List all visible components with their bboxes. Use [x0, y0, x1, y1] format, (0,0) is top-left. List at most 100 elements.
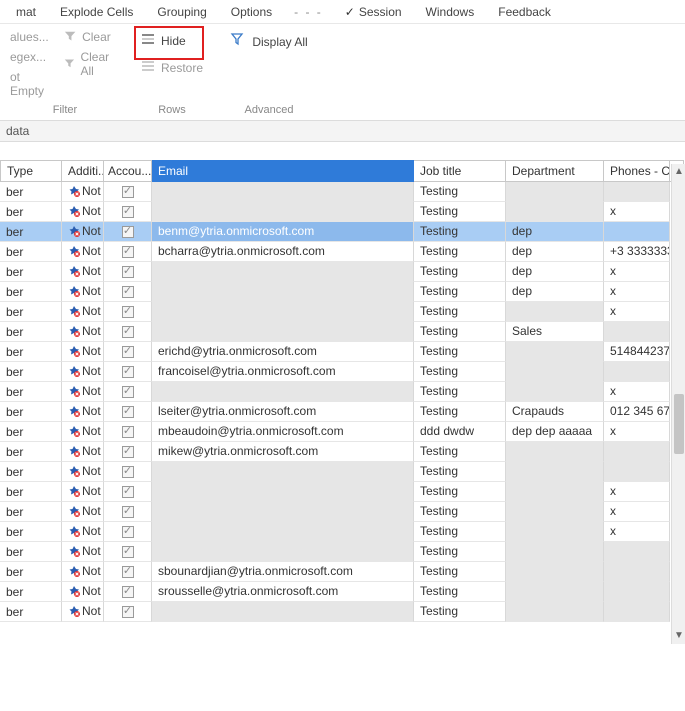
cell-account-enabled[interactable]: ✓ [104, 362, 152, 382]
cell-account-enabled[interactable]: ✓ [104, 242, 152, 262]
cell-type: ber [0, 462, 62, 482]
cell-phone [604, 442, 670, 462]
clear-filter-button[interactable]: Clear [60, 28, 115, 46]
cell-department [506, 362, 604, 382]
grid-body: berNot l✓TestingberNot l✓TestingxberNot … [0, 182, 685, 622]
checkbox-icon: ✓ [122, 226, 134, 238]
table-row[interactable]: berNot l✓lseiter@ytria.onmicrosoft.comTe… [0, 402, 685, 422]
cell-account-enabled[interactable]: ✓ [104, 262, 152, 282]
cell-job-title: Testing [414, 222, 506, 242]
table-row[interactable]: berNot l✓Testingx [0, 302, 685, 322]
table-row[interactable]: berNot l✓Testingx [0, 382, 685, 402]
cell-department: Crapauds [506, 402, 604, 422]
cell-type: ber [0, 582, 62, 602]
cell-account-enabled[interactable]: ✓ [104, 602, 152, 622]
filter-regex-button[interactable]: egex... [6, 48, 56, 66]
filter-not-empty-button[interactable]: ot Empty [6, 68, 56, 100]
cell-phone [604, 222, 670, 242]
cell-account-enabled[interactable]: ✓ [104, 482, 152, 502]
cell-account-enabled[interactable]: ✓ [104, 502, 152, 522]
cell-account-enabled[interactable]: ✓ [104, 282, 152, 302]
col-header-phones[interactable]: Phones - C [604, 160, 670, 182]
cell-account-enabled[interactable]: ✓ [104, 582, 152, 602]
table-row[interactable]: berNot l✓Testingdepx [0, 282, 685, 302]
cell-account-enabled[interactable]: ✓ [104, 202, 152, 222]
cell-account-enabled[interactable]: ✓ [104, 382, 152, 402]
cell-phone: x [604, 302, 670, 322]
cell-account-enabled[interactable]: ✓ [104, 342, 152, 362]
not-licensed-icon [68, 185, 80, 197]
cell-additional: Not l [62, 202, 104, 222]
cell-account-enabled[interactable]: ✓ [104, 322, 152, 342]
cell-account-enabled[interactable]: ✓ [104, 462, 152, 482]
filter-values-button[interactable]: alues... [6, 28, 56, 46]
vertical-scrollbar[interactable]: ▲ ▼ [671, 164, 685, 644]
cell-account-enabled[interactable]: ✓ [104, 182, 152, 202]
table-row[interactable]: berNot l✓Testing [0, 542, 685, 562]
menu-session[interactable]: Session [333, 2, 414, 22]
cell-account-enabled[interactable]: ✓ [104, 302, 152, 322]
menu-explode-cells[interactable]: Explode Cells [48, 2, 145, 22]
cell-type: ber [0, 182, 62, 202]
scroll-down-arrow[interactable]: ▼ [674, 630, 684, 642]
cell-job-title: Testing [414, 442, 506, 462]
table-row[interactable]: berNot l✓francoisel@ytria.onmicrosoft.co… [0, 362, 685, 382]
hide-rows-button[interactable]: Hide [131, 28, 213, 53]
table-row[interactable]: berNot l✓benm@ytria.onmicrosoft.comTesti… [0, 222, 685, 242]
restore-rows-button[interactable]: Restore [131, 55, 213, 80]
checkbox-icon: ✓ [122, 186, 134, 198]
not-licensed-label: Not l [82, 184, 104, 198]
data-tab[interactable]: data [0, 120, 685, 142]
cell-type: ber [0, 222, 62, 242]
col-header-type[interactable]: Type [0, 160, 62, 182]
menu-options[interactable]: Options [219, 2, 284, 22]
cell-phone: x [604, 482, 670, 502]
table-row[interactable]: berNot l✓srousselle@ytria.onmicrosoft.co… [0, 582, 685, 602]
ribbon-group-advanced: Display All Advanced [214, 24, 324, 120]
table-row[interactable]: berNot l✓TestingSales [0, 322, 685, 342]
cell-account-enabled[interactable]: ✓ [104, 542, 152, 562]
scroll-up-arrow[interactable]: ▲ [674, 166, 684, 178]
checkbox-icon: ✓ [122, 326, 134, 338]
table-row[interactable]: berNot l✓Testingx [0, 482, 685, 502]
cell-account-enabled[interactable]: ✓ [104, 402, 152, 422]
cell-account-enabled[interactable]: ✓ [104, 562, 152, 582]
cell-account-enabled[interactable]: ✓ [104, 422, 152, 442]
table-row[interactable]: berNot l✓Testing [0, 182, 685, 202]
table-row[interactable]: berNot l✓mikew@ytria.onmicrosoft.comTest… [0, 442, 685, 462]
cell-department: dep [506, 242, 604, 262]
not-licensed-icon [68, 425, 80, 437]
cell-account-enabled[interactable]: ✓ [104, 442, 152, 462]
menu-feedback[interactable]: Feedback [486, 2, 563, 22]
table-row[interactable]: berNot l✓Testingx [0, 202, 685, 222]
col-header-department[interactable]: Department [506, 160, 604, 182]
table-row[interactable]: berNot l✓Testingdepx [0, 262, 685, 282]
table-row[interactable]: berNot l✓bcharra@ytria.onmicrosoft.comTe… [0, 242, 685, 262]
cell-account-enabled[interactable]: ✓ [104, 222, 152, 242]
clear-all-filter-button[interactable]: Clear All [60, 48, 124, 80]
not-licensed-label: Not l [82, 584, 104, 598]
table-row[interactable]: berNot l✓sbounardjian@ytria.onmicrosoft.… [0, 562, 685, 582]
table-row[interactable]: berNot l✓mbeaudoin@ytria.onmicrosoft.com… [0, 422, 685, 442]
table-row[interactable]: berNot l✓erichd@ytria.onmicrosoft.comTes… [0, 342, 685, 362]
menu-windows[interactable]: Windows [414, 2, 487, 22]
scroll-thumb[interactable] [674, 394, 684, 454]
not-licensed-icon [68, 285, 80, 297]
table-row[interactable]: berNot l✓Testingx [0, 522, 685, 542]
col-header-job-title[interactable]: Job title [414, 160, 506, 182]
not-licensed-icon [68, 465, 80, 477]
cell-department: Sales [506, 322, 604, 342]
cell-email: lseiter@ytria.onmicrosoft.com [152, 402, 414, 422]
col-header-additional[interactable]: Additi... [62, 160, 104, 182]
menu-grouping[interactable]: Grouping [145, 2, 218, 22]
cell-type: ber [0, 502, 62, 522]
table-row[interactable]: berNot l✓Testing [0, 602, 685, 622]
col-header-account[interactable]: Accou... [104, 160, 152, 182]
table-row[interactable]: berNot l✓Testingx [0, 502, 685, 522]
cell-account-enabled[interactable]: ✓ [104, 522, 152, 542]
menu-format[interactable]: mat [4, 2, 48, 22]
col-header-email[interactable]: Email [152, 160, 414, 182]
display-all-button[interactable]: Display All [222, 28, 315, 55]
table-row[interactable]: berNot l✓Testing [0, 462, 685, 482]
not-licensed-icon [68, 565, 80, 577]
